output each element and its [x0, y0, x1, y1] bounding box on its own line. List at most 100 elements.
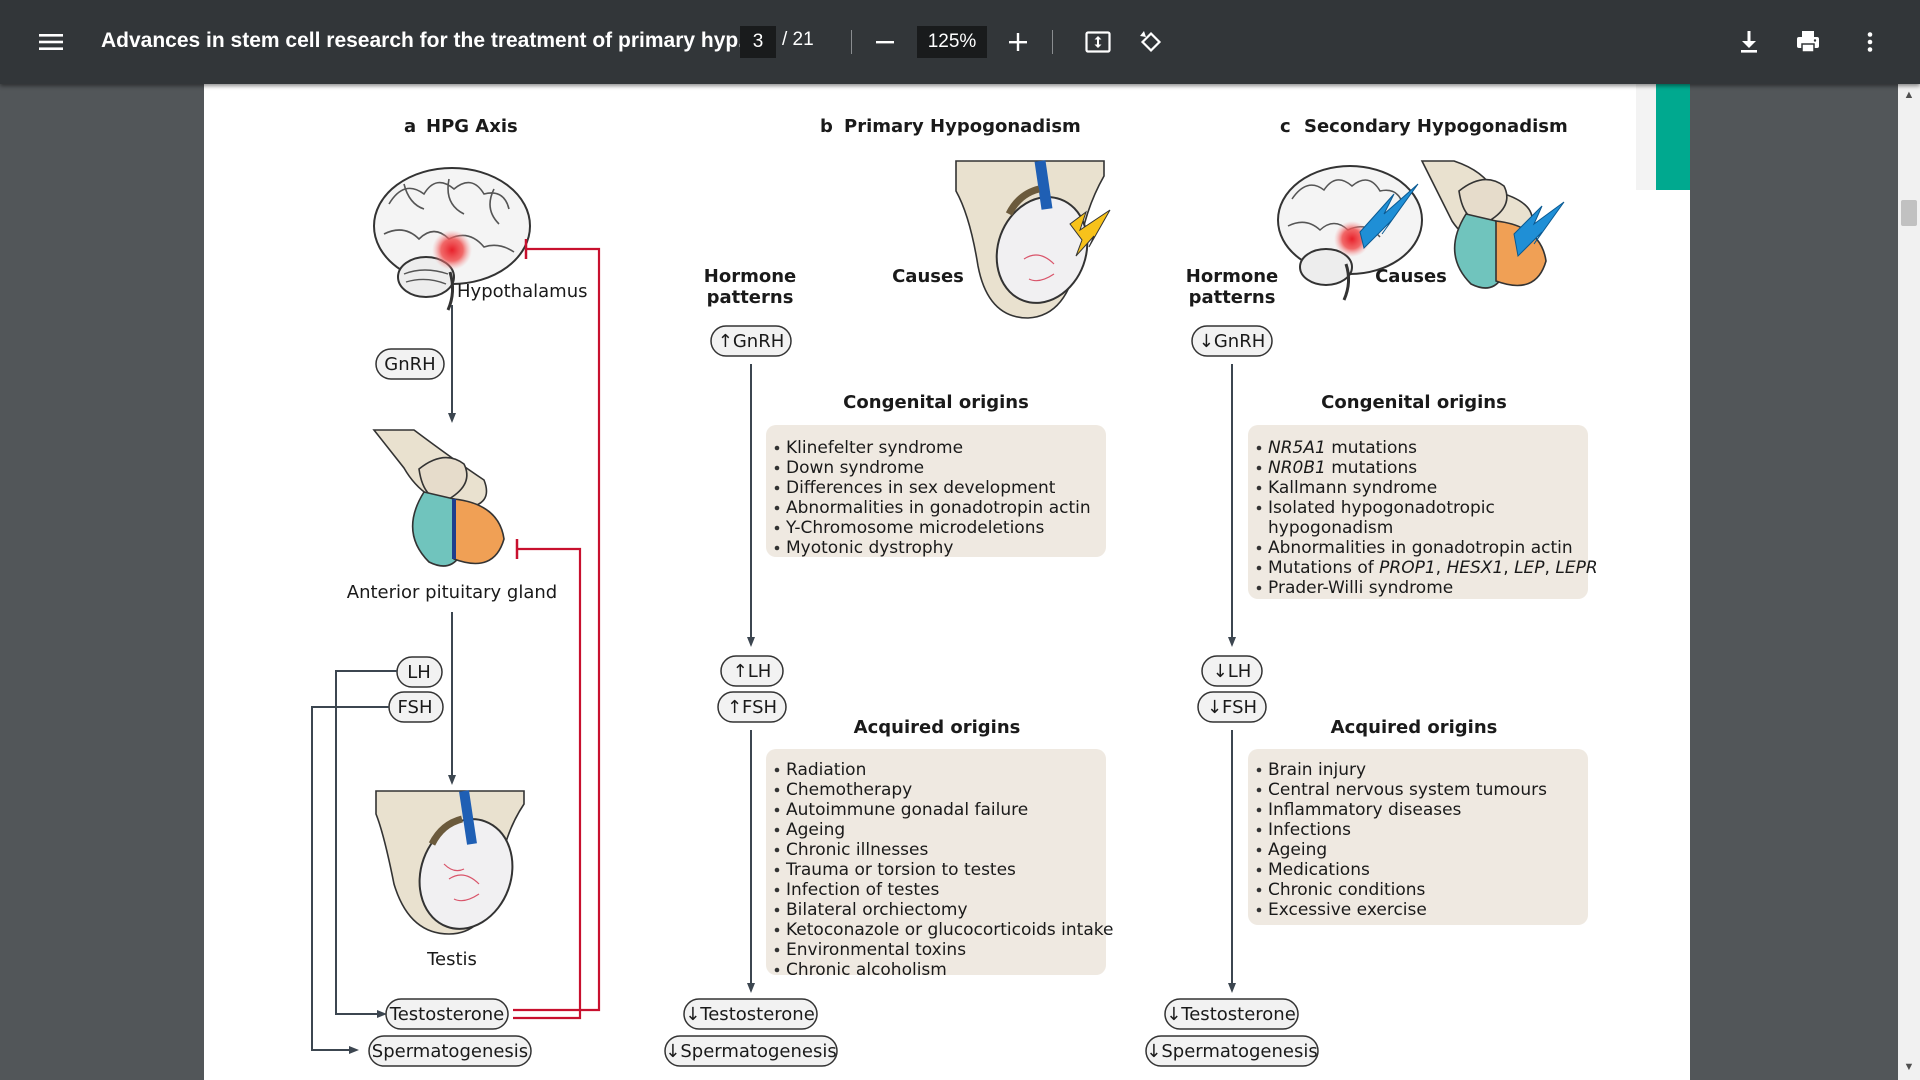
more-vert-icon[interactable] [1855, 27, 1885, 57]
list-item: Autoimmune gonadal failure [786, 800, 1028, 820]
pdf-viewer[interactable]: a HPG Axis Hypothalamus GnRH Anterior pi… [0, 84, 1920, 1080]
list-item: Chronic illnesses [786, 840, 928, 860]
fsh-label: ↑FSH [727, 697, 777, 718]
scrollbar-thumb[interactable] [1901, 200, 1917, 226]
acquired-title: Acquired origins [1331, 717, 1498, 738]
gnrh-label: GnRH [384, 354, 435, 375]
bullet [1256, 585, 1262, 591]
list-item: Prader-Willi syndrome [1268, 578, 1453, 598]
bullet [774, 525, 780, 531]
gnrh-label: ↓GnRH [1199, 331, 1265, 352]
bullet [1256, 485, 1262, 491]
negative-feedback-lines [513, 239, 601, 1020]
bullet [774, 807, 780, 813]
list-item: NR0B1 mutations [1268, 458, 1417, 478]
list-item: Chronic alcoholism [786, 960, 947, 980]
bullet [774, 545, 780, 551]
gnrh-label: ↑GnRH [718, 331, 784, 352]
scroll-up-icon[interactable]: ▲ [1902, 88, 1916, 102]
plus-icon[interactable] [1003, 27, 1033, 57]
list-item: Brain injury [1268, 760, 1366, 780]
panel-b-title: Primary Hypogonadism [844, 116, 1081, 137]
toolbar-divider [851, 30, 852, 54]
list-item: Isolated hypogonadotropic [1268, 498, 1495, 518]
fit-page-icon[interactable] [1083, 27, 1113, 57]
bullet [774, 907, 780, 913]
bullet [1256, 807, 1262, 813]
list-item: Mutations of PROP1, HESX1, LEP, LEPR [1268, 558, 1598, 578]
bullet [1256, 565, 1262, 571]
list-item: Radiation [786, 760, 866, 780]
bullet [774, 927, 780, 933]
bullet [774, 867, 780, 873]
bullet [774, 847, 780, 853]
bullet [1256, 867, 1262, 873]
bullet [1256, 907, 1262, 913]
list-item: hypogonadism [1268, 518, 1393, 538]
panel-c-title: Secondary Hypogonadism [1304, 116, 1568, 137]
causes-label: Causes [892, 266, 964, 287]
toolbar-divider [1052, 30, 1053, 54]
hypogonadism-figure: a HPG Axis Hypothalamus GnRH Anterior pi… [311, 84, 1690, 1067]
panel-c-letter: c [1280, 116, 1291, 137]
rotate-icon[interactable] [1136, 27, 1166, 57]
list-item: Myotonic dystrophy [786, 538, 953, 558]
list-item: Y-Chromosome microdeletions [785, 518, 1044, 538]
bullet [1256, 787, 1262, 793]
vertical-scrollbar[interactable]: ▲ ▼ [1898, 84, 1920, 1080]
page-total: / 21 [782, 29, 814, 50]
bullet [1256, 887, 1262, 893]
list-item: Trauma or torsion to testes [785, 860, 1016, 880]
list-item: Abnormalities in gonadotropin actin [1268, 538, 1573, 558]
testis-lightning-illustration [955, 160, 1111, 319]
hormone-patterns-label: patterns [1189, 287, 1276, 308]
list-item: Chronic conditions [1268, 880, 1426, 900]
fsh-label: ↓FSH [1207, 697, 1257, 718]
bullet [1256, 767, 1262, 773]
bullet [774, 505, 780, 511]
spermatogenesis-label: Spermatogenesis [372, 1041, 528, 1062]
fsh-label: FSH [398, 697, 433, 718]
spermatogenesis-label: ↓Spermatogenesis [1146, 1041, 1317, 1062]
testosterone-label: Testosterone [389, 1004, 504, 1025]
menu-icon[interactable] [36, 27, 66, 57]
bullet [1256, 847, 1262, 853]
list-item: Environmental toxins [786, 940, 966, 960]
bullet [774, 465, 780, 471]
list-item: Bilateral orchiectomy [786, 900, 968, 920]
hormone-patterns-label: Hormone [1186, 266, 1278, 287]
bookmark-tab [1656, 84, 1690, 190]
list-item: Kallmann syndrome [1268, 478, 1437, 498]
scroll-down-icon[interactable]: ▼ [1902, 1060, 1916, 1074]
list-item: Abnormalities in gonadotropin actin [786, 498, 1091, 518]
hypothalamus-label: Hypothalamus [457, 281, 587, 302]
list-item: Down syndrome [786, 458, 924, 478]
causes-label: Causes [1375, 266, 1447, 287]
bullet [774, 485, 780, 491]
bullet [774, 767, 780, 773]
pdf-page: a HPG Axis Hypothalamus GnRH Anterior pi… [204, 84, 1690, 1080]
list-item: Klinefelter syndrome [786, 438, 963, 458]
minus-icon[interactable] [870, 27, 900, 57]
print-icon[interactable] [1793, 27, 1823, 57]
bullet [1256, 465, 1262, 471]
lh-label: LH [407, 662, 431, 683]
list-item: Infections [1268, 820, 1351, 840]
pdf-toolbar: Advances in stem cell research for the t… [0, 0, 1920, 84]
bullet [1256, 505, 1262, 511]
download-icon[interactable] [1734, 27, 1764, 57]
list-item: Chemotherapy [786, 780, 912, 800]
lh-label: ↓LH [1213, 661, 1252, 682]
panel-a-letter: a [404, 116, 416, 137]
list-item: Ketoconazole or glucocorticoids intake [786, 920, 1113, 940]
bullet [1256, 545, 1262, 551]
pituitary-illustration [372, 429, 505, 567]
list-item: Differences in sex development [786, 478, 1056, 498]
zoom-level-input[interactable]: 125% [917, 26, 987, 58]
bullet [1256, 445, 1262, 451]
page-number-input[interactable]: 3 [740, 26, 776, 58]
bullet [1256, 827, 1262, 833]
panel-a: a HPG Axis Hypothalamus GnRH Anterior pi… [311, 116, 601, 1067]
testis-label: Testis [426, 949, 477, 970]
testosterone-label: ↓Testosterone [1166, 1004, 1296, 1025]
